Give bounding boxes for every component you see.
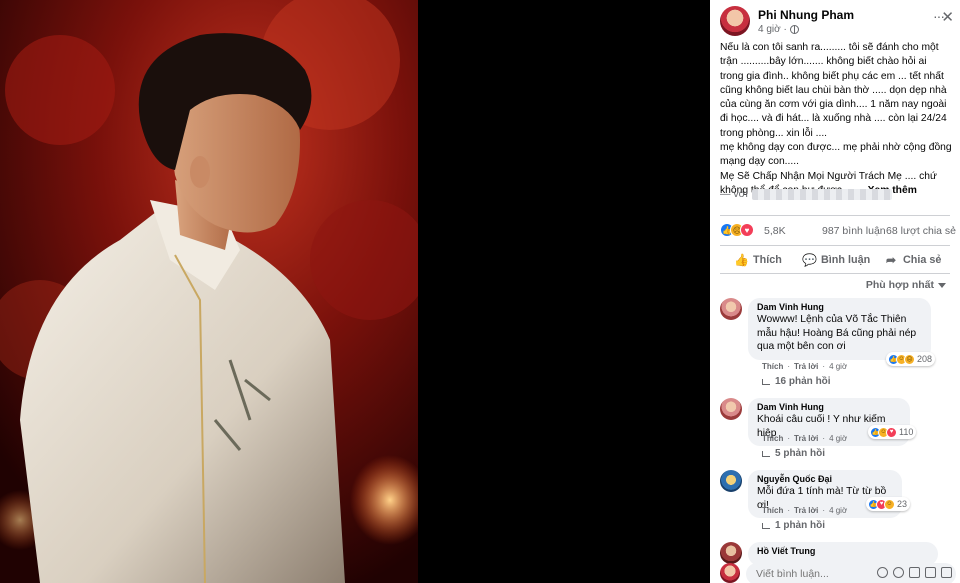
comment-actions: Thích · Trả lời · 4 giờ bbox=[762, 362, 848, 371]
replies-count: 1 phản hồi bbox=[775, 520, 825, 531]
divider bbox=[720, 245, 950, 246]
comment-reactions[interactable]: 👍 ☺ ☹ 208 bbox=[886, 352, 936, 366]
share-arrow-icon: ➦ bbox=[885, 253, 897, 267]
divider bbox=[720, 215, 950, 216]
comment-bubble: Dam Vinh Hung Wowww! Lệnh của Võ Tắc Thi… bbox=[748, 298, 931, 360]
comment-time[interactable]: 4 giờ bbox=[829, 506, 847, 515]
comment-reply-link[interactable]: Trả lời bbox=[794, 362, 818, 371]
replies-count: 5 phản hồi bbox=[775, 448, 825, 459]
reply-arrow-icon bbox=[762, 450, 770, 457]
commenter-avatar[interactable] bbox=[720, 398, 742, 420]
post-body: Nếu là con tôi sanh ra......... tôi sẽ đ… bbox=[720, 41, 952, 198]
love-reaction-icon: ♥ bbox=[886, 426, 897, 438]
comment-reaction-count: 208 bbox=[917, 354, 933, 364]
commenter-name[interactable]: Hồ Viết Trung bbox=[757, 546, 929, 556]
commenter-avatar[interactable] bbox=[720, 298, 742, 320]
with-label: — với bbox=[720, 188, 748, 200]
emoji-icon[interactable] bbox=[877, 567, 888, 578]
tagged-with: — với bbox=[720, 188, 892, 200]
camera-icon[interactable] bbox=[909, 567, 920, 578]
author-name[interactable]: Phi Nhung Pham bbox=[758, 8, 854, 22]
close-icon[interactable]: ✕ bbox=[941, 8, 954, 26]
comment-like-link[interactable]: Thích bbox=[762, 362, 783, 371]
comment-reactions[interactable]: 👍 ♥ ☺ 23 bbox=[866, 497, 911, 511]
comment-reaction-count: 110 bbox=[899, 427, 914, 437]
photo-viewer[interactable] bbox=[0, 0, 710, 583]
composer-icons bbox=[877, 567, 952, 578]
comment-reaction-count: 23 bbox=[897, 499, 908, 509]
comment-reply-link[interactable]: Trả lời bbox=[794, 506, 818, 515]
comment-label: Bình luận bbox=[821, 254, 871, 266]
smiley-sticker-icon[interactable] bbox=[893, 567, 904, 578]
photo-illustration bbox=[0, 0, 418, 583]
current-user-avatar bbox=[720, 563, 740, 583]
gif-icon[interactable] bbox=[925, 567, 936, 578]
like-label: Thích bbox=[753, 254, 782, 266]
comment-time[interactable]: 4 giờ bbox=[829, 434, 847, 443]
like-button[interactable]: 👍 Thích bbox=[734, 253, 782, 267]
chevron-down-icon bbox=[938, 282, 946, 288]
post-photo bbox=[0, 0, 418, 583]
share-count[interactable]: 68 lượt chia sẻ bbox=[886, 225, 956, 237]
reaction-count[interactable]: 5,8K bbox=[764, 225, 786, 237]
commenter-avatar[interactable] bbox=[720, 470, 742, 492]
globe-icon bbox=[789, 25, 799, 34]
share-button[interactable]: ➦ Chia sẻ bbox=[884, 253, 941, 267]
sticker-icon[interactable] bbox=[941, 567, 952, 578]
comment-time[interactable]: 4 giờ bbox=[829, 362, 847, 371]
commenter-name[interactable]: Dam Vinh Hung bbox=[757, 302, 922, 312]
comment-reactions[interactable]: 👍 ☺ ♥ 110 bbox=[868, 425, 917, 439]
comment-actions: Thích · Trả lời · 4 giờ bbox=[762, 434, 848, 443]
tagged-people-blurred bbox=[751, 188, 892, 200]
post-header: Phi Nhung Pham 4 giờ · ··· ✕ bbox=[720, 6, 954, 38]
reply-arrow-icon bbox=[762, 522, 770, 529]
reaction-icons[interactable]: 👍 ☹ ♥ bbox=[720, 223, 754, 237]
thumbs-up-icon: 👍 bbox=[734, 253, 749, 267]
post-meta: 4 giờ · bbox=[758, 24, 799, 35]
post-paragraph: mẹ không dạy con được... mẹ phải nhờ cộn… bbox=[720, 142, 952, 168]
comment-reply-link[interactable]: Trả lời bbox=[794, 434, 818, 443]
commenter-name[interactable]: Dam Vinh Hung bbox=[757, 402, 901, 412]
author-avatar[interactable] bbox=[720, 6, 750, 36]
reply-arrow-icon bbox=[762, 378, 770, 385]
comment-sort-dropdown[interactable]: Phù hợp nhất bbox=[866, 279, 946, 291]
replies-count: 16 phản hồi bbox=[775, 376, 831, 387]
comment-actions: Thích · Trả lời · 4 giờ bbox=[762, 506, 848, 515]
divider bbox=[720, 273, 950, 274]
stats-row: 👍 ☹ ♥ 5,8K 987 bình luận 68 lượt chia sẻ bbox=[720, 220, 956, 242]
speech-bubble-icon: 💬 bbox=[802, 253, 817, 267]
comment-button[interactable]: 💬 Bình luận bbox=[802, 253, 870, 267]
love-reaction-icon: ♥ bbox=[740, 223, 754, 237]
post-paragraph: Nếu là con tôi sanh ra......... tôi sẽ đ… bbox=[720, 42, 947, 139]
haha-reaction-icon: ☺ bbox=[884, 498, 895, 510]
comment-like-link[interactable]: Thích bbox=[762, 506, 783, 515]
post-sidebar: Phi Nhung Pham 4 giờ · ··· ✕ Nếu là con … bbox=[710, 0, 960, 583]
share-label: Chia sẻ bbox=[903, 254, 942, 266]
view-replies[interactable]: 5 phản hồi bbox=[762, 448, 825, 459]
comment-like-link[interactable]: Thích bbox=[762, 434, 783, 443]
view-replies[interactable]: 16 phản hồi bbox=[762, 376, 831, 387]
sad-reaction-icon: ☹ bbox=[904, 353, 915, 365]
comment-composer bbox=[720, 561, 956, 583]
action-row: 👍 Thích 💬 Bình luận ➦ Chia sẻ bbox=[720, 250, 950, 272]
comment-text: Wowww! Lệnh của Võ Tắc Thiên mẫu hậu! Ho… bbox=[757, 314, 917, 352]
comment-count[interactable]: 987 bình luận bbox=[822, 225, 886, 237]
view-replies[interactable]: 1 phản hồi bbox=[762, 520, 825, 531]
commenter-name[interactable]: Nguyễn Quốc Đại bbox=[757, 474, 893, 484]
post-time[interactable]: 4 giờ · bbox=[758, 24, 787, 35]
sort-label: Phù hợp nhất bbox=[865, 279, 934, 291]
